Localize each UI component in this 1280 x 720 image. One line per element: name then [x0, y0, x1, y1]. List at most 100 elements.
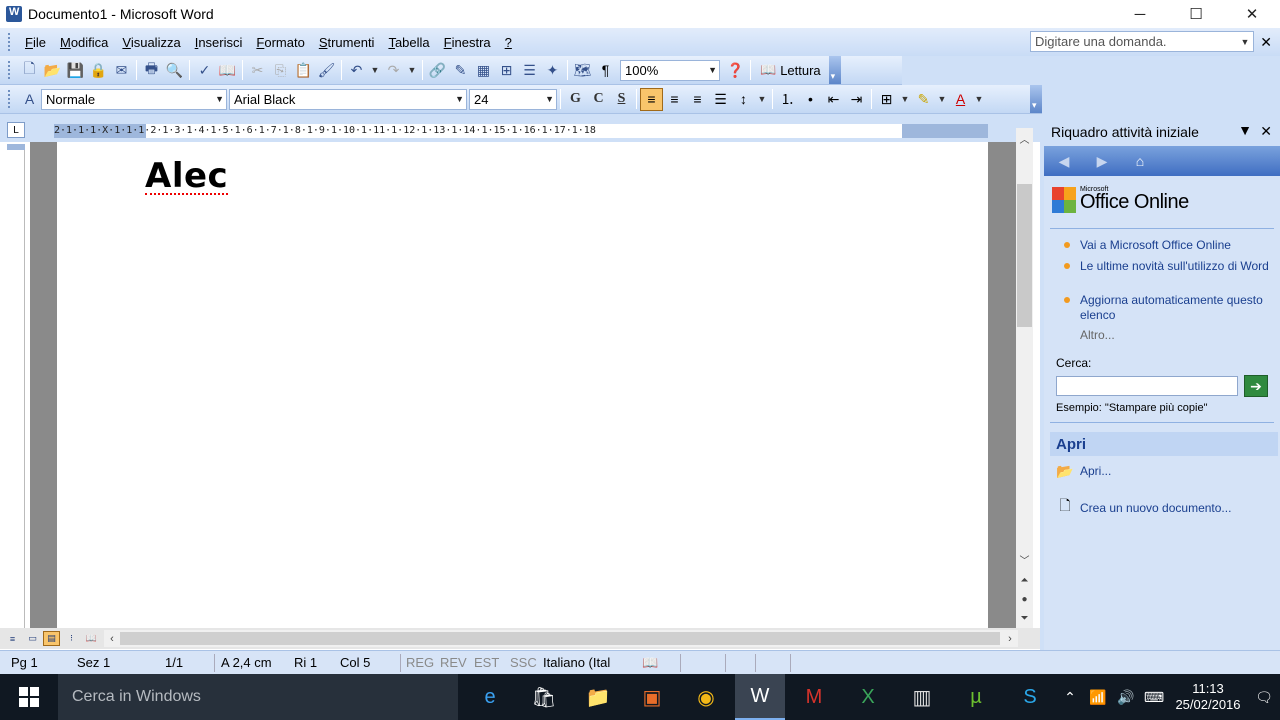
- columns-icon[interactable]: ☰: [518, 59, 541, 82]
- align-left-icon[interactable]: ≡: [640, 87, 663, 111]
- toolbar-grip[interactable]: [8, 33, 12, 51]
- hyperlink-icon[interactable]: 🔗: [426, 59, 449, 82]
- outline-view-icon[interactable]: ⁝: [63, 631, 80, 646]
- styles-formatting-icon[interactable]: A: [18, 88, 41, 111]
- menu-visualizza[interactable]: Visualizza: [115, 35, 187, 50]
- toolbar-grip[interactable]: [8, 90, 12, 108]
- link-more[interactable]: Altro...: [1080, 328, 1270, 343]
- reading-view-icon[interactable]: 📖: [83, 631, 100, 646]
- volume-icon[interactable]: 🔊: [1112, 689, 1140, 706]
- scroll-up-icon[interactable]: ︿: [1016, 130, 1033, 146]
- chevron-down-icon[interactable]: ▼: [215, 94, 224, 104]
- scroll-down-icon[interactable]: ﹀: [1016, 551, 1033, 567]
- start-button[interactable]: [0, 674, 58, 720]
- chevron-down-icon[interactable]: ▼: [1238, 122, 1252, 138]
- insert-excel-icon[interactable]: ⊞: [495, 59, 518, 82]
- link-open[interactable]: Apri...: [1080, 464, 1270, 479]
- back-icon[interactable]: ◀: [1050, 149, 1078, 173]
- font-size-select[interactable]: 24 ▼: [469, 88, 557, 110]
- close-document-icon[interactable]: ✕: [1260, 34, 1272, 51]
- chevron-down-icon[interactable]: ▼: [708, 65, 717, 75]
- borders-icon[interactable]: ⊞: [875, 88, 898, 111]
- status-overtype[interactable]: SSC: [510, 655, 537, 670]
- paste-icon[interactable]: 📋: [292, 59, 315, 82]
- read-button[interactable]: 📖 Lettura: [754, 62, 827, 78]
- email-icon[interactable]: ✉: [110, 59, 133, 82]
- keyboard-icon[interactable]: ⌨: [1140, 689, 1168, 706]
- show-hide-pilcrow-icon[interactable]: ¶: [594, 59, 617, 82]
- close-icon[interactable]: ✕: [1260, 123, 1272, 140]
- underline-button[interactable]: S: [610, 88, 633, 111]
- wifi-icon[interactable]: 📶: [1084, 689, 1112, 706]
- ask-question-input[interactable]: Digitare una domanda. ▼: [1030, 31, 1254, 52]
- excel-icon[interactable]: X: [843, 674, 893, 720]
- tables-borders-icon[interactable]: ✎: [449, 59, 472, 82]
- status-track[interactable]: REV: [440, 655, 467, 670]
- save-icon[interactable]: 💾: [64, 59, 87, 82]
- new-document-icon[interactable]: 🗋: [18, 59, 41, 82]
- numbering-icon[interactable]: ⒈: [776, 88, 799, 111]
- clock[interactable]: 11:13 25/02/2016: [1168, 681, 1248, 713]
- document-page[interactable]: Alec: [57, 142, 988, 628]
- previous-page-icon[interactable]: ⏶: [1016, 572, 1033, 588]
- permission-icon[interactable]: 🔒: [87, 59, 110, 82]
- print-layout-icon[interactable]: ▤: [43, 631, 60, 646]
- print-icon[interactable]: 🖶: [140, 59, 163, 82]
- notifications-icon[interactable]: 🗨: [1248, 689, 1280, 706]
- open-folder-icon[interactable]: 📂: [41, 59, 64, 82]
- menu-strumenti[interactable]: Strumenti: [312, 35, 382, 50]
- home-icon[interactable]: ⌂: [1126, 149, 1154, 173]
- menu-formato[interactable]: Formato: [249, 35, 311, 50]
- browse-object-icon[interactable]: ●: [1016, 591, 1033, 607]
- status-extend[interactable]: EST: [474, 655, 499, 670]
- menu-file[interactable]: File: [18, 35, 53, 50]
- help-icon[interactable]: ❓: [724, 59, 747, 82]
- menu-finestra[interactable]: Finestra: [437, 35, 498, 50]
- menu-tabella[interactable]: Tabella: [381, 35, 436, 50]
- cut-icon[interactable]: ✂: [246, 59, 269, 82]
- scroll-left-icon[interactable]: ‹: [104, 630, 120, 647]
- undo-icon[interactable]: ↶: [345, 59, 368, 82]
- chevron-down-icon[interactable]: ▼: [455, 94, 464, 104]
- file-explorer-icon[interactable]: 📁: [573, 674, 623, 720]
- forward-icon[interactable]: ▶: [1088, 149, 1116, 173]
- link-auto-update[interactable]: Aggiorna automaticamente questo elenco: [1080, 293, 1270, 323]
- redo-icon[interactable]: ↷: [382, 59, 405, 82]
- next-page-icon[interactable]: ⏷: [1016, 610, 1033, 626]
- link-latest-news[interactable]: Le ultime novità sull'utilizzo di Word: [1080, 259, 1270, 274]
- align-right-icon[interactable]: ≡: [686, 88, 709, 111]
- vertical-scrollbar[interactable]: ︿ ﹀ ⏶ ● ⏷: [1016, 128, 1033, 628]
- chevron-down-icon[interactable]: ▼: [1237, 32, 1253, 51]
- antivirus-icon[interactable]: M: [789, 674, 839, 720]
- vertical-scroll-thumb[interactable]: [1017, 184, 1032, 327]
- document-text[interactable]: Alec: [145, 156, 229, 196]
- close-button[interactable]: ✕: [1224, 0, 1280, 28]
- horizontal-ruler[interactable]: 2·1·1·1·X·1·1·1·2·1·3·1·4·1·5·1·6·1·7·1·…: [54, 124, 988, 138]
- chevron-down-icon[interactable]: ▼: [755, 88, 769, 111]
- copy-icon[interactable]: ⎘: [269, 59, 292, 82]
- justify-icon[interactable]: ☰: [709, 88, 732, 111]
- chevron-down-icon[interactable]: ▼: [405, 59, 419, 82]
- font-color-icon[interactable]: A: [949, 88, 972, 111]
- spelling-status-icon[interactable]: 📖: [642, 655, 658, 671]
- highlight-icon[interactable]: ✎: [912, 88, 935, 111]
- chevron-down-icon[interactable]: ▼: [898, 88, 912, 111]
- minimize-button[interactable]: ─: [1112, 0, 1168, 28]
- toolbar-options-button[interactable]: [1030, 85, 1042, 113]
- chevron-down-icon[interactable]: ▼: [972, 88, 986, 111]
- chevron-down-icon[interactable]: ▼: [545, 94, 554, 104]
- skype-icon[interactable]: S: [1005, 674, 1055, 720]
- normal-view-icon[interactable]: ≡: [4, 631, 21, 646]
- drawing-icon[interactable]: ✦: [541, 59, 564, 82]
- menu-inserisci[interactable]: Inserisci: [188, 35, 250, 50]
- chevron-down-icon[interactable]: ▼: [368, 59, 382, 82]
- search-input[interactable]: [1056, 376, 1238, 396]
- search-go-icon[interactable]: ➔: [1244, 375, 1268, 397]
- media-app-icon[interactable]: ▣: [627, 674, 677, 720]
- link-new-document[interactable]: Crea un nuovo documento...: [1080, 501, 1270, 516]
- scroll-right-icon[interactable]: ›: [1002, 630, 1018, 647]
- print-preview-icon[interactable]: 🔍: [163, 59, 186, 82]
- research-icon[interactable]: 📖: [216, 59, 239, 82]
- app-icon[interactable]: ▥: [897, 674, 947, 720]
- style-select[interactable]: Normale ▼: [41, 88, 227, 110]
